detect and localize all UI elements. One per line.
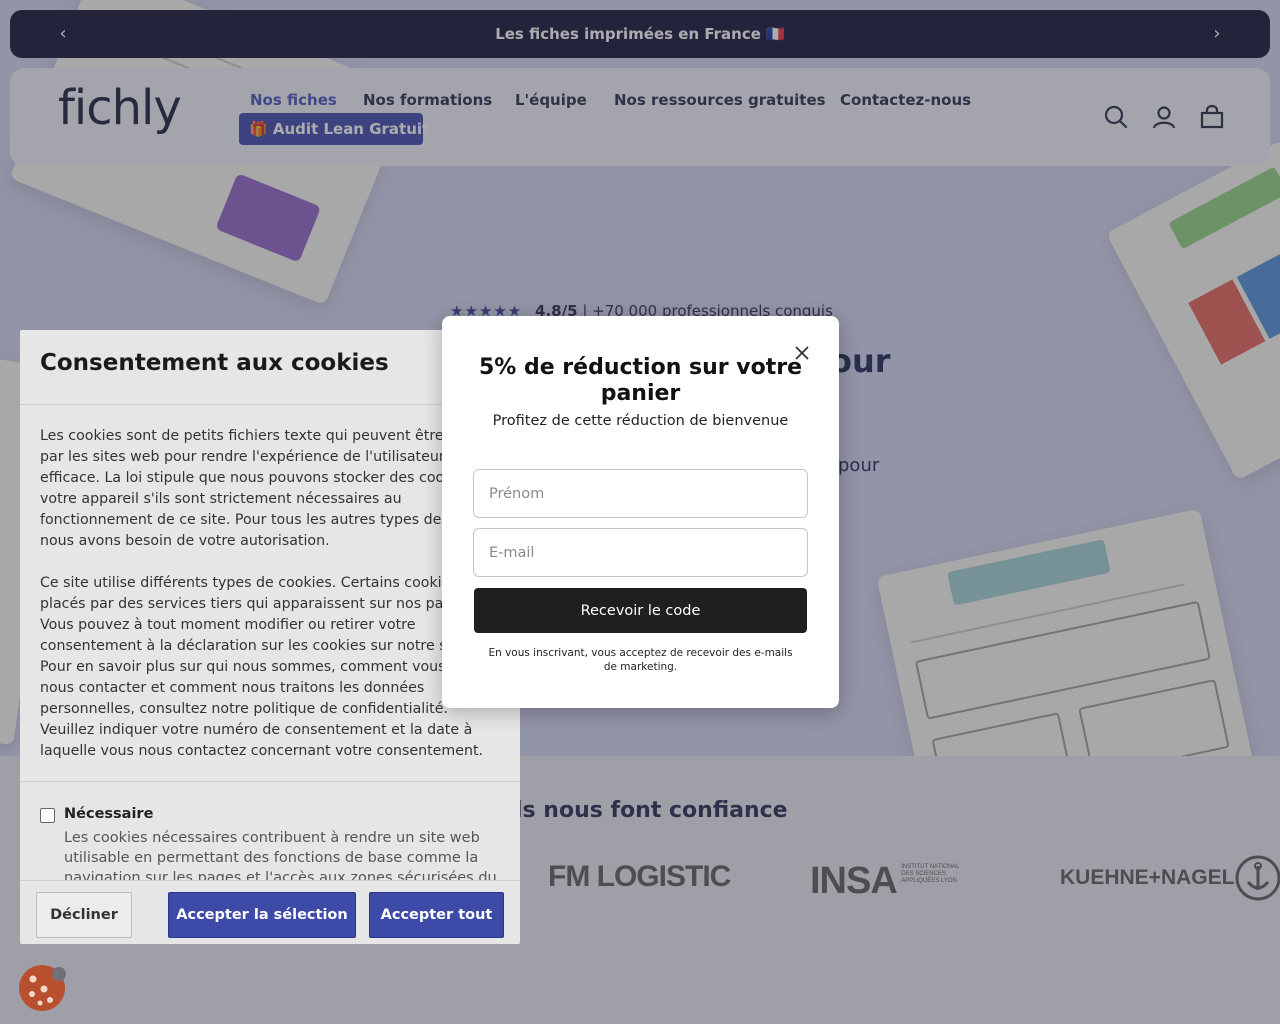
text-line: Ce site utilise différents types de cook…	[40, 575, 493, 591]
divider	[20, 880, 520, 881]
necessary-checkbox[interactable]	[40, 808, 55, 823]
necessary-description: Les cookies nécessaires contribuent à re…	[64, 830, 497, 880]
cookie-paragraph-2: Ce site utilise différents types de cook…	[40, 573, 500, 762]
text-line: fonctionnement de ce site. Pour tous les…	[40, 512, 500, 528]
email-input[interactable]	[473, 528, 808, 577]
decline-button[interactable]: Décliner	[36, 892, 132, 938]
divider	[20, 781, 520, 782]
text-line: nous contacter et comment nous traitons …	[40, 680, 425, 696]
text-line: par les sites web pour rendre l'expérien…	[40, 449, 479, 465]
text-line: placés par des services tiers qui appara…	[40, 596, 473, 612]
popup-subtitle: Profitez de cette réduction de bienvenue	[492, 413, 789, 429]
text-line: Vous pouvez à tout moment modifier ou re…	[40, 617, 416, 633]
text-line: votre appareil s'ils sont strictement né…	[40, 491, 402, 507]
cookie-title: Consentement aux cookies	[40, 350, 389, 376]
necessary-label[interactable]: Nécessaire	[64, 806, 153, 822]
text-line: laquelle vous nous contactez concernant …	[40, 743, 484, 759]
cookie-paragraph-1: Les cookies sont de petits fichiers text…	[40, 426, 500, 552]
text-line: personnelles, consultez notre politique …	[40, 701, 448, 717]
text-line: efficace. La loi stipule que nous pouvon…	[40, 470, 500, 486]
popup-title: 5% de réduction sur votre panier	[478, 355, 803, 406]
text-line: consentement à la déclaration sur les co…	[40, 638, 500, 654]
text-line: Veuillez indiquer votre numéro de consen…	[40, 722, 473, 738]
accept-all-button[interactable]: Accepter tout	[369, 892, 504, 938]
cookie-description[interactable]: Les cookies sont de petits fichiers text…	[40, 426, 500, 772]
popup-disclaimer: En vous inscrivant, vous acceptez de rec…	[488, 647, 793, 673]
cookie-settings-icon[interactable]	[16, 962, 68, 1014]
text-line: nous avons besoin de votre autorisation.	[40, 533, 330, 549]
text-line: Pour en savoir plus sur qui nous sommes,…	[40, 659, 500, 675]
accept-selection-button[interactable]: Accepter la sélection	[168, 892, 356, 938]
firstname-input[interactable]	[473, 469, 808, 518]
text-line: Les cookies sont de petits fichiers text…	[40, 428, 498, 444]
get-code-button[interactable]: Recevoir le code	[474, 588, 807, 633]
discount-popup: 5% de réduction sur votre panier Profite…	[442, 316, 839, 708]
